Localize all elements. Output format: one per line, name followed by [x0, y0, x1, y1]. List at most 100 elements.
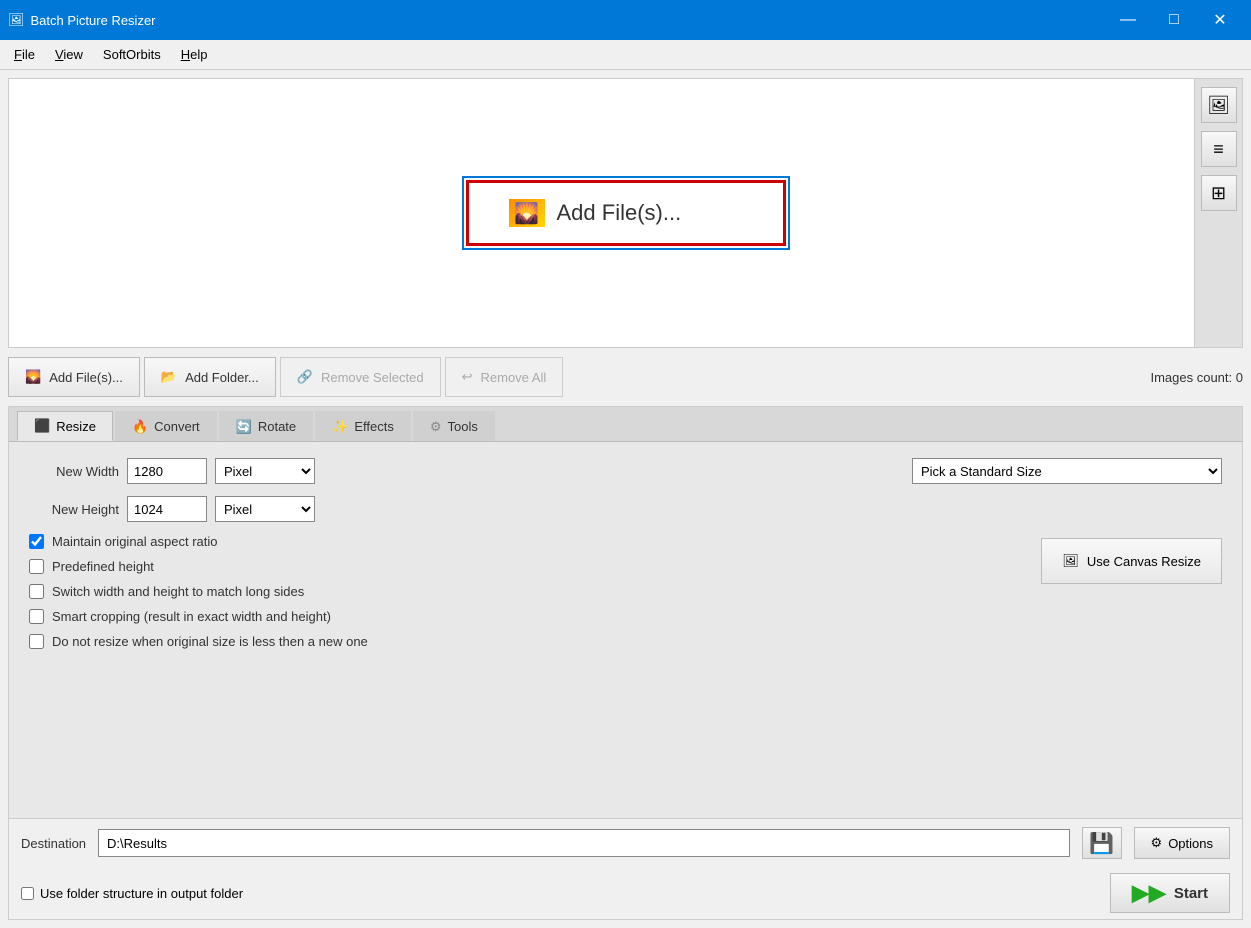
- menu-file[interactable]: File: [4, 43, 45, 66]
- smart-cropping-label: Smart cropping (result in exact width an…: [52, 609, 331, 624]
- effects-tab-label: Effects: [354, 419, 394, 434]
- options-button[interactable]: ⚙ Options: [1134, 827, 1230, 859]
- rotate-tab-label: Rotate: [258, 419, 296, 434]
- new-width-label: New Width: [29, 464, 119, 479]
- tab-tools[interactable]: ⚙ Tools: [413, 411, 495, 441]
- resize-tab-icon: ⬛: [34, 418, 50, 434]
- tab-rotate[interactable]: 🔄 Rotate: [219, 411, 314, 441]
- checkboxes-col: Maintain original aspect ratio Predefine…: [29, 534, 1021, 649]
- add-folder-label: Add Folder...: [185, 370, 259, 385]
- maintain-aspect-ratio-row: Maintain original aspect ratio: [29, 534, 1021, 549]
- resize-tab-content: New Width Pixel Percent cm mm inch New H…: [9, 442, 1242, 665]
- use-folder-structure-checkbox[interactable]: [21, 887, 34, 900]
- add-files-large-icon: 🌄: [509, 199, 545, 227]
- effects-tab-icon: ✨: [332, 419, 348, 435]
- standard-size-select[interactable]: Pick a Standard Size: [912, 458, 1222, 484]
- smart-cropping-row: Smart cropping (result in exact width an…: [29, 609, 1021, 624]
- gear-icon: ⚙: [1151, 835, 1163, 851]
- grid-icon: ⊞: [1211, 183, 1226, 204]
- do-not-resize-row: Do not resize when original size is less…: [29, 634, 1021, 649]
- canvas-resize-label: Use Canvas Resize: [1087, 554, 1201, 569]
- list-icon: ≡: [1213, 139, 1224, 160]
- thumbnail-icon: 🖼: [1207, 95, 1230, 116]
- destination-bar: Destination 💾 ⚙ Options: [9, 818, 1242, 867]
- add-folder-button[interactable]: 📂 Add Folder...: [144, 357, 276, 397]
- app-icon: 🖼: [8, 12, 25, 28]
- tab-convert[interactable]: 🔥 Convert: [115, 411, 217, 441]
- maximize-button[interactable]: □: [1151, 0, 1197, 40]
- resize-left-col: New Width Pixel Percent cm mm inch New H…: [29, 458, 896, 522]
- add-files-large-label: Add File(s)...: [557, 200, 682, 226]
- remove-selected-icon: 🔗: [297, 369, 313, 385]
- maintain-aspect-ratio-label: Maintain original aspect ratio: [52, 534, 217, 549]
- thumbnail-view-button[interactable]: 🖼: [1201, 87, 1237, 123]
- close-button[interactable]: ✕: [1197, 0, 1243, 40]
- destination-label: Destination: [21, 836, 86, 851]
- options-row: Maintain original aspect ratio Predefine…: [29, 534, 1222, 649]
- destination-input[interactable]: [98, 829, 1069, 857]
- add-folder-icon: 📂: [161, 369, 177, 385]
- title-bar-controls: — □ ✕: [1105, 0, 1243, 40]
- remove-selected-label: Remove Selected: [321, 370, 424, 385]
- use-folder-structure-row: Use folder structure in output folder: [21, 886, 243, 901]
- new-width-row: New Width Pixel Percent cm mm inch: [29, 458, 896, 484]
- convert-tab-icon: 🔥: [132, 419, 148, 435]
- canvas-resize-button[interactable]: 🖼 Use Canvas Resize: [1041, 538, 1222, 584]
- folder-icon-blue: 💾: [1089, 831, 1114, 856]
- resize-top-row: New Width Pixel Percent cm mm inch New H…: [29, 458, 1222, 522]
- images-count-value: 0: [1236, 370, 1243, 385]
- minimize-button[interactable]: —: [1105, 0, 1151, 40]
- use-folder-structure-label: Use folder structure in output folder: [40, 886, 243, 901]
- new-width-input[interactable]: [127, 458, 207, 484]
- resize-tab-label: Resize: [56, 419, 96, 434]
- start-label: Start: [1174, 885, 1208, 902]
- predefined-height-row: Predefined height: [29, 559, 1021, 574]
- view-panel: 🖼 ≡ ⊞: [1194, 79, 1242, 347]
- canvas-resize-col: 🖼 Use Canvas Resize: [1041, 534, 1222, 649]
- tab-effects[interactable]: ✨ Effects: [315, 411, 411, 441]
- tab-resize[interactable]: ⬛ Resize: [17, 411, 113, 441]
- do-not-resize-checkbox[interactable]: [29, 634, 44, 649]
- remove-all-button: ↩ Remove All: [445, 357, 564, 397]
- maintain-aspect-ratio-checkbox[interactable]: [29, 534, 44, 549]
- switch-width-height-row: Switch width and height to match long si…: [29, 584, 1021, 599]
- remove-all-icon: ↩: [462, 369, 473, 385]
- new-height-label: New Height: [29, 502, 119, 517]
- new-height-input[interactable]: [127, 496, 207, 522]
- resize-right-col: Pick a Standard Size: [912, 458, 1222, 484]
- add-files-button[interactable]: 🌄 Add File(s)...: [8, 357, 140, 397]
- add-files-large-button[interactable]: 🌄 Add File(s)...: [466, 180, 786, 246]
- browse-folder-button[interactable]: 💾: [1082, 827, 1122, 859]
- main-content: 🌄 Add File(s)... 🖼 ≡ ⊞ 🌄 Add File(s)... …: [0, 70, 1251, 928]
- grid-view-button[interactable]: ⊞: [1201, 175, 1237, 211]
- convert-tab-label: Convert: [154, 419, 200, 434]
- new-width-unit-select[interactable]: Pixel Percent cm mm inch: [215, 458, 315, 484]
- menu-softorbits[interactable]: SoftOrbits: [93, 43, 171, 66]
- list-view-button[interactable]: ≡: [1201, 131, 1237, 167]
- rotate-tab-icon: 🔄: [236, 419, 252, 435]
- smart-cropping-checkbox[interactable]: [29, 609, 44, 624]
- predefined-height-label: Predefined height: [52, 559, 154, 574]
- menu-view[interactable]: View: [45, 43, 93, 66]
- start-arrow-icon: ▶▶: [1132, 880, 1166, 906]
- remove-all-label: Remove All: [481, 370, 547, 385]
- menu-help[interactable]: Help: [171, 43, 218, 66]
- new-height-row: New Height Pixel Percent cm mm inch: [29, 496, 896, 522]
- app-title: Batch Picture Resizer: [31, 13, 156, 28]
- add-files-icon: 🌄: [25, 369, 41, 385]
- toolbar: 🌄 Add File(s)... 📂 Add Folder... 🔗 Remov…: [8, 354, 1243, 400]
- title-bar: 🖼 Batch Picture Resizer — □ ✕: [0, 0, 1251, 40]
- switch-width-height-checkbox[interactable]: [29, 584, 44, 599]
- options-label: Options: [1168, 836, 1213, 851]
- start-button[interactable]: ▶▶ Start: [1110, 873, 1230, 913]
- images-count-label: Images count:: [1150, 370, 1232, 385]
- title-bar-left: 🖼 Batch Picture Resizer: [8, 12, 156, 28]
- predefined-height-checkbox[interactable]: [29, 559, 44, 574]
- tools-tab-label: Tools: [448, 419, 478, 434]
- add-files-label: Add File(s)...: [49, 370, 123, 385]
- new-height-unit-select[interactable]: Pixel Percent cm mm inch: [215, 496, 315, 522]
- tabs: ⬛ Resize 🔥 Convert 🔄 Rotate ✨ Effects ⚙ …: [9, 407, 1242, 442]
- remove-selected-button: 🔗 Remove Selected: [280, 357, 441, 397]
- footer-bar: Use folder structure in output folder ▶▶…: [9, 867, 1242, 919]
- do-not-resize-label: Do not resize when original size is less…: [52, 634, 368, 649]
